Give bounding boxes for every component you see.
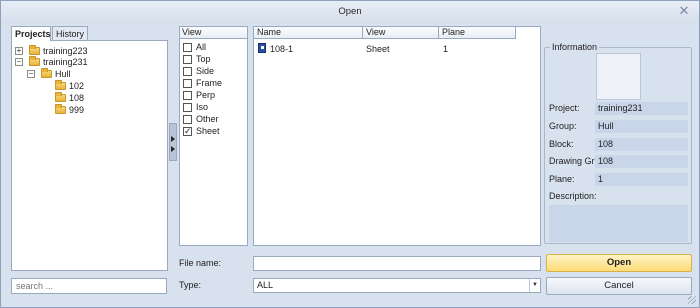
arrow-right-icon[interactable]: [171, 136, 175, 142]
info-value-plane: 1: [595, 173, 688, 186]
type-select[interactable]: ALL ▼: [253, 278, 541, 293]
checkbox-frame[interactable]: [183, 79, 192, 88]
checkbox-side[interactable]: [183, 67, 192, 76]
folder-icon: [29, 45, 40, 55]
folder-icon: [55, 104, 66, 114]
info-label-drawing-group: Drawing Gr:: [549, 156, 598, 166]
checkbox-perp[interactable]: [183, 91, 192, 100]
cell-name: 108-1: [270, 44, 294, 54]
filename-input[interactable]: [253, 256, 541, 271]
view-filter-panel: View All Top Side Frame Perp Iso Other ✓…: [179, 26, 248, 246]
tree-item-label: 102: [69, 81, 85, 91]
checkbox-iso[interactable]: [183, 103, 192, 112]
panel-splitter[interactable]: [169, 123, 177, 161]
info-value-drawing-group: 108: [595, 155, 688, 168]
checkbox-label: Side: [196, 66, 215, 76]
dialog-title: Open: [338, 6, 362, 17]
checkbox-label: Frame: [196, 78, 223, 88]
checkbox-label: Other: [196, 114, 219, 124]
resize-grip-icon[interactable]: [688, 296, 696, 304]
checkbox-label: Sheet: [196, 126, 220, 136]
info-value-project: training231: [595, 102, 688, 115]
type-label: Type:: [179, 280, 202, 290]
tree-item-label: 999: [69, 105, 85, 115]
tab-projects[interactable]: Projects: [11, 26, 51, 41]
info-label-plane: Plane:: [549, 174, 575, 184]
title-bar: Open ✕: [1, 1, 699, 23]
info-label-description: Description:: [549, 191, 597, 201]
collapse-minus-icon[interactable]: −: [15, 58, 23, 66]
drawing-file-icon: [258, 43, 266, 53]
checkbox-label: Iso: [196, 102, 209, 112]
type-select-value: ALL: [257, 280, 274, 290]
tree-item-label: Hull: [55, 69, 71, 79]
checkbox-top[interactable]: [183, 55, 192, 64]
checkbox-sheet[interactable]: ✓: [183, 127, 192, 136]
tree-item-label: training231: [43, 57, 88, 67]
tree-item-label: 108: [69, 93, 85, 103]
checkmark-icon: ✓: [184, 126, 192, 136]
arrow-right-icon[interactable]: [171, 146, 175, 152]
checkbox-label: All: [196, 42, 207, 52]
folder-icon: [29, 56, 40, 66]
folder-icon: [55, 92, 66, 102]
open-button[interactable]: Open: [546, 254, 692, 272]
expand-plus-icon[interactable]: +: [15, 47, 23, 55]
filename-label: File name:: [179, 258, 222, 268]
cancel-button[interactable]: Cancel: [546, 277, 692, 295]
info-value-description: [549, 205, 688, 242]
checkbox-other[interactable]: [183, 115, 192, 124]
view-filter-header: View: [180, 27, 247, 39]
tab-history[interactable]: History: [52, 26, 88, 41]
close-icon[interactable]: ✕: [677, 4, 691, 18]
column-header-plane[interactable]: Plane: [439, 27, 516, 39]
chevron-down-icon[interactable]: ▼: [529, 279, 540, 292]
checkbox-label: Top: [196, 54, 211, 64]
info-label-project: Project:: [549, 103, 580, 113]
information-legend: Information: [550, 42, 600, 52]
checkbox-label: Perp: [196, 90, 216, 100]
open-dialog: Open ✕ Projects History + training223 − …: [0, 0, 700, 308]
checkbox-all[interactable]: [183, 43, 192, 52]
info-label-block: Block:: [549, 139, 574, 149]
project-tree: + training223 − training231 − Hull 102 1…: [11, 40, 168, 271]
folder-icon: [55, 80, 66, 90]
info-value-block: 108: [595, 138, 688, 151]
column-header-view[interactable]: View: [363, 27, 439, 39]
column-header-name[interactable]: Name: [254, 27, 363, 39]
preview-thumbnail: [596, 53, 641, 100]
info-label-group: Group:: [549, 121, 577, 131]
cell-plane: 1: [443, 44, 449, 54]
search-input[interactable]: search ...: [11, 278, 167, 294]
file-list: Name View Plane 108-1 Sheet 1: [253, 26, 541, 246]
info-value-group: Hull: [595, 120, 688, 133]
folder-icon: [41, 68, 52, 78]
collapse-minus-icon[interactable]: −: [27, 70, 35, 78]
cell-view: Sheet: [366, 44, 390, 54]
